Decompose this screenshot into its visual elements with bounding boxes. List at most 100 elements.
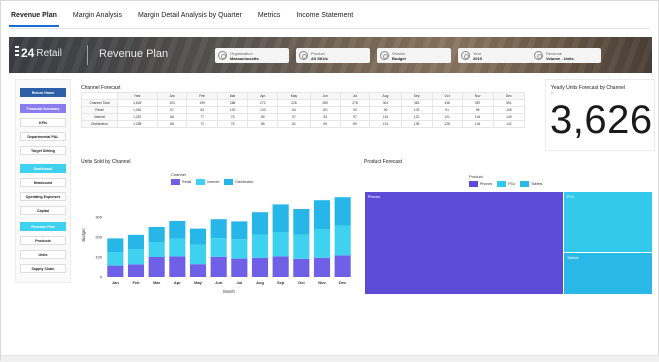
bar-segment[interactable] <box>148 257 165 277</box>
table-cell[interactable]: 91 <box>431 106 463 114</box>
table-cell[interactable]: 97 <box>277 113 311 121</box>
bar-segment[interactable] <box>293 258 310 277</box>
sidebar-item-supply-chain[interactable]: Supply Chain <box>20 264 66 273</box>
table-cell[interactable]: 128 <box>431 120 463 128</box>
table-cell[interactable]: 64 <box>277 106 311 114</box>
table-cell[interactable]: 89 <box>339 120 371 128</box>
legend-item-phones[interactable]: Phones <box>469 181 492 187</box>
table-cell[interactable]: 142 <box>492 120 526 128</box>
bar-segment[interactable] <box>334 225 351 256</box>
table-cell[interactable]: 57 <box>156 106 188 114</box>
sidebar-item-target-setting[interactable]: Target Setting <box>20 146 66 155</box>
table-cell[interactable]: 122 <box>400 113 433 121</box>
table-cell[interactable]: 272 <box>247 99 279 107</box>
table-cell[interactable]: 149 <box>492 113 526 121</box>
table-cell[interactable]: 68 <box>156 113 188 121</box>
column-header[interactable]: Nov <box>461 92 494 100</box>
column-header[interactable]: May <box>277 92 311 100</box>
column-header[interactable]: Sep <box>400 92 433 100</box>
bar-segment[interactable] <box>313 257 331 277</box>
table-cell[interactable]: 1,287 <box>117 113 158 121</box>
legend-item-internet[interactable]: Internet <box>196 179 219 185</box>
filter-year[interactable]: Year 2019 <box>458 48 532 63</box>
bar-segment[interactable] <box>293 209 310 235</box>
table-cell[interactable]: 289 <box>309 99 341 107</box>
column-header[interactable]: Dec <box>492 92 526 100</box>
bar-segment[interactable] <box>272 232 289 257</box>
tab-margin-detail-analysis[interactable]: Margin Detail Analysis by Quarter <box>136 9 244 27</box>
bar-segment[interactable] <box>272 204 289 232</box>
sidebar-item-departmental-pl[interactable]: Departmental P&L <box>20 132 66 141</box>
table-cell[interactable]: 77 <box>186 113 218 121</box>
bar-segment[interactable] <box>210 256 227 277</box>
table-cell[interactable]: 95 <box>309 120 341 128</box>
table-cell[interactable]: 96 <box>369 106 402 114</box>
table-cell[interactable]: 348 <box>431 99 463 107</box>
filter-product[interactable]: Product All SKUs <box>296 48 370 63</box>
column-header[interactable]: Jul <box>339 92 371 100</box>
legend-item-retail[interactable]: Retail <box>171 179 191 185</box>
bar-segment[interactable] <box>169 238 186 257</box>
column-header[interactable]: Feb <box>186 92 218 100</box>
sidebar-item-operating-expenses[interactable]: Operating Expenses <box>20 192 66 201</box>
bar-segment[interactable] <box>127 234 145 249</box>
table-cell[interactable]: 304 <box>369 99 402 107</box>
table-cell[interactable]: 81 <box>277 120 311 128</box>
table-cell[interactable]: 3,626 <box>117 99 158 107</box>
row-header[interactable]: Distribution <box>81 120 118 128</box>
table-cell[interactable]: 88 <box>247 120 279 128</box>
filter-organization[interactable]: Organization Massachusetts <box>215 48 289 63</box>
table-cell[interactable]: 100 <box>216 106 249 114</box>
bar-segment[interactable] <box>334 255 351 277</box>
tab-margin-analysis[interactable]: Margin Analysis <box>71 9 124 27</box>
sidebar-item-dashboard[interactable]: Dashboard <box>20 164 66 173</box>
bar-segment[interactable] <box>251 212 269 235</box>
bar-segment[interactable] <box>272 256 289 277</box>
table-cell[interactable]: 288 <box>216 99 249 107</box>
sidebar-item-kpis[interactable]: KPIs <box>20 118 66 127</box>
bar-segment[interactable] <box>169 221 186 239</box>
bar-segment[interactable] <box>251 257 269 277</box>
bar-segment[interactable] <box>210 238 227 257</box>
tab-income-statement[interactable]: Income Statement <box>294 9 355 27</box>
legend-item-distribution[interactable]: Distribution <box>224 179 253 185</box>
table-cell[interactable]: 93 <box>309 113 341 121</box>
filter-version[interactable]: Version Budget <box>377 48 451 63</box>
bar-segment[interactable] <box>148 242 165 257</box>
bar-segment[interactable] <box>189 228 207 245</box>
bar-segment[interactable] <box>231 221 248 240</box>
table-cell[interactable]: 226 <box>277 99 311 107</box>
table-cell[interactable]: 144 <box>461 120 494 128</box>
legend-item-tablets[interactable]: Tablets <box>520 181 542 187</box>
table-cell[interactable]: 92 <box>339 106 371 114</box>
treemap-cell-pcs[interactable]: PCs <box>564 192 652 252</box>
table-cell[interactable]: 101 <box>309 106 341 114</box>
column-header[interactable]: Jun <box>309 92 341 100</box>
table-cell[interactable]: 68 <box>156 120 188 128</box>
table-cell[interactable]: 103 <box>247 106 279 114</box>
table-cell[interactable]: 96 <box>461 106 494 114</box>
table-cell[interactable]: 387 <box>461 99 494 107</box>
bar-segment[interactable] <box>231 258 248 277</box>
table-cell[interactable]: 144 <box>461 113 494 121</box>
table-cell[interactable]: 97 <box>339 113 371 121</box>
bar-segment[interactable] <box>334 197 351 226</box>
bar-segment[interactable] <box>189 264 207 277</box>
bar-segment[interactable] <box>169 256 186 277</box>
table-cell[interactable]: 278 <box>339 99 371 107</box>
table-cell[interactable]: 89 <box>247 113 279 121</box>
bar-segment[interactable] <box>127 249 145 265</box>
table-cell[interactable]: 363 <box>400 99 433 107</box>
table-cell[interactable]: 115 <box>369 113 402 121</box>
column-header[interactable]: Oct <box>431 92 463 100</box>
bar-segment[interactable] <box>148 227 165 242</box>
table-cell[interactable]: 75 <box>216 120 249 128</box>
bar-segment[interactable] <box>107 252 124 266</box>
filter-revenue[interactable]: Revenue Volume - Units <box>531 48 601 63</box>
table-cell[interactable]: 71 <box>186 120 218 128</box>
column-header[interactable]: Mar <box>216 92 249 100</box>
table-cell[interactable]: 113 <box>369 120 402 128</box>
table-cell[interactable]: 121 <box>431 113 463 121</box>
bar-segment[interactable] <box>107 238 124 252</box>
tab-revenue-plan[interactable]: Revenue Plan <box>9 9 59 27</box>
